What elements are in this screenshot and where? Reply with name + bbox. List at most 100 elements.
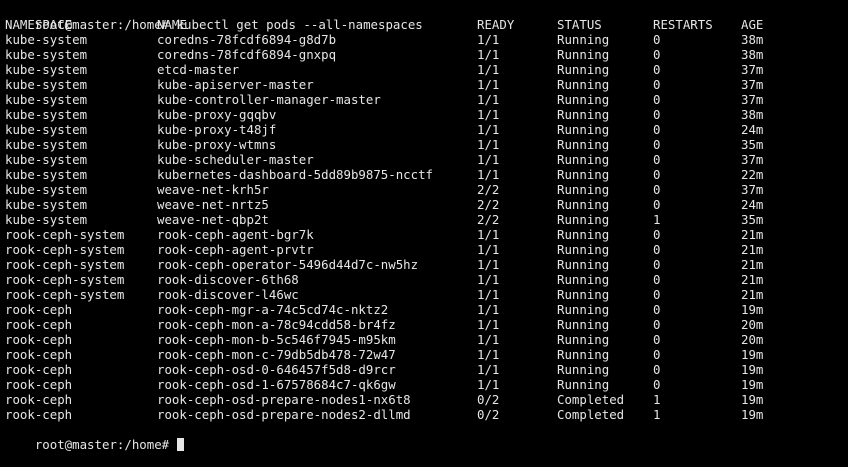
- cell-status: Running: [557, 152, 610, 167]
- cell-status: Running: [557, 182, 610, 197]
- text-cursor: [176, 438, 184, 451]
- cell-ready: 1/1: [477, 107, 500, 122]
- cell-status: Running: [557, 272, 610, 287]
- cell-pod-name: rook-ceph-osd-0-646457f5d8-d9rcr: [157, 362, 396, 377]
- cell-pod-name: rook-ceph-osd-prepare-nodes2-dllmd: [157, 407, 411, 422]
- cell-status: Running: [557, 197, 610, 212]
- cell-status: Running: [557, 377, 610, 392]
- cell-ready: 1/1: [477, 362, 500, 377]
- cell-pod-name: kube-proxy-t48jf: [157, 122, 277, 137]
- cell-ready: 1/1: [477, 317, 500, 332]
- cell-ready: 1/1: [477, 332, 500, 347]
- cell-namespace: rook-ceph: [5, 392, 73, 407]
- cell-namespace: rook-ceph-system: [5, 242, 125, 257]
- cell-status: Running: [557, 137, 610, 152]
- next-prompt-line[interactable]: root@master:/home#: [5, 422, 848, 452]
- header-restarts: RESTARTS: [653, 17, 713, 32]
- cell-namespace: rook-ceph: [5, 407, 73, 422]
- cell-status: Running: [557, 77, 610, 92]
- cell-namespace: kube-system: [5, 197, 88, 212]
- cell-status: Completed: [557, 392, 625, 407]
- cell-restarts: 0: [653, 332, 661, 347]
- cell-age: 20m: [741, 332, 764, 347]
- cell-status: Running: [557, 362, 610, 377]
- table-row: rook-ceph rook-ceph-osd-1-67578684c7-qk6g…: [5, 377, 848, 392]
- cell-restarts: 0: [653, 182, 661, 197]
- cell-restarts: 0: [653, 197, 661, 212]
- table-row: rook-ceph-system rook-discover-l46wc 1/1 Ru…: [5, 287, 848, 302]
- cell-age: 21m: [741, 287, 764, 302]
- cell-ready: 1/1: [477, 302, 500, 317]
- cell-restarts: 1: [653, 407, 661, 422]
- cell-status: Running: [557, 47, 610, 62]
- table-row: kube-system kube-apiserver-master 1/1 Runni…: [5, 77, 848, 92]
- cell-namespace: rook-ceph: [5, 302, 73, 317]
- cell-restarts: 0: [653, 302, 661, 317]
- cell-age: 19m: [741, 347, 764, 362]
- cell-namespace: rook-ceph-system: [5, 257, 125, 272]
- table-row: kube-system kube-proxy-gqqbv 1/1 Running 0 38…: [5, 107, 848, 122]
- cell-pod-name: weave-net-krh5r: [157, 182, 269, 197]
- cell-status: Running: [557, 287, 610, 302]
- cell-restarts: 0: [653, 377, 661, 392]
- table-row: rook-ceph rook-ceph-mon-a-78c94cdd58-br4f…: [5, 317, 848, 332]
- cell-pod-name: weave-net-qbp2t: [157, 212, 269, 227]
- cell-ready: 1/1: [477, 227, 500, 242]
- table-row: kube-system kubernetes-dashboard-5dd89b98…: [5, 167, 848, 182]
- cell-restarts: 0: [653, 152, 661, 167]
- table-row: rook-ceph-system rook-ceph-agent-bgr7k 1/1…: [5, 227, 848, 242]
- cell-status: Completed: [557, 407, 625, 422]
- cell-age: 38m: [741, 32, 764, 47]
- cell-ready: 1/1: [477, 137, 500, 152]
- cell-namespace: rook-ceph: [5, 332, 73, 347]
- cell-restarts: 0: [653, 137, 661, 152]
- table-row: kube-system weave-net-qbp2t 2/2 Running 1 35m: [5, 212, 848, 227]
- cell-status: Running: [557, 212, 610, 227]
- cell-restarts: 0: [653, 227, 661, 242]
- cell-status: Running: [557, 62, 610, 77]
- header-ready: READY: [477, 17, 515, 32]
- cell-ready: 1/1: [477, 287, 500, 302]
- table-row: kube-system coredns-78fcdf6894-gnxpq 1/1 Ru…: [5, 47, 848, 62]
- cell-pod-name: rook-ceph-operator-5496d44d7c-nw5hz: [157, 257, 419, 272]
- cell-restarts: 0: [653, 287, 661, 302]
- cell-ready: 2/2: [477, 182, 500, 197]
- cell-namespace: kube-system: [5, 62, 88, 77]
- cell-age: 37m: [741, 182, 764, 197]
- cell-namespace: kube-system: [5, 212, 88, 227]
- cell-pod-name: weave-net-nrtz5: [157, 197, 269, 212]
- cell-pod-name: rook-ceph-agent-bgr7k: [157, 227, 314, 242]
- cell-ready: 0/2: [477, 407, 500, 422]
- cell-status: Running: [557, 227, 610, 242]
- cell-pod-name: rook-ceph-osd-1-67578684c7-qk6gw: [157, 377, 396, 392]
- table-header-row: NAMESPACE NAME READY STATUS RESTARTS AGE: [5, 17, 848, 32]
- cell-restarts: 0: [653, 272, 661, 287]
- cell-age: 37m: [741, 77, 764, 92]
- cell-status: Running: [557, 257, 610, 272]
- cell-namespace: rook-ceph: [5, 347, 73, 362]
- cell-pod-name: kube-controller-manager-master: [157, 92, 381, 107]
- cell-pod-name: rook-ceph-mgr-a-74c5cd74c-nktz2: [157, 302, 389, 317]
- cell-age: 21m: [741, 272, 764, 287]
- cell-age: 21m: [741, 242, 764, 257]
- table-row: kube-system kube-controller-manager-maste…: [5, 92, 848, 107]
- cell-restarts: 0: [653, 122, 661, 137]
- cell-pod-name: rook-ceph-agent-prvtr: [157, 242, 314, 257]
- cell-namespace: kube-system: [5, 182, 88, 197]
- command-line: root@master:/home# kubectl get pods --al…: [5, 2, 848, 32]
- cell-pod-name: kube-proxy-gqqbv: [157, 107, 277, 122]
- table-row: rook-ceph-system rook-discover-6th68 1/1 Ru…: [5, 272, 848, 287]
- cell-status: Running: [557, 167, 610, 182]
- cell-restarts: 1: [653, 392, 661, 407]
- table-row: rook-ceph rook-ceph-mgr-a-74c5cd74c-nktz2…: [5, 302, 848, 317]
- table-row: kube-system weave-net-krh5r 2/2 Running 0 37m: [5, 182, 848, 197]
- cell-namespace: kube-system: [5, 77, 88, 92]
- terminal-window[interactable]: root@master:/home# kubectl get pods --al…: [0, 0, 848, 452]
- table-row: rook-ceph-system rook-ceph-operator-5496d…: [5, 257, 848, 272]
- table-row: kube-system kube-proxy-wtmns 1/1 Running 0 35…: [5, 137, 848, 152]
- cell-age: 19m: [741, 302, 764, 317]
- cell-restarts: 0: [653, 167, 661, 182]
- cell-restarts: 0: [653, 92, 661, 107]
- pod-table-body: kube-system coredns-78fcdf6894-g8d7b 1/1 Ru…: [5, 32, 848, 422]
- cell-namespace: kube-system: [5, 32, 88, 47]
